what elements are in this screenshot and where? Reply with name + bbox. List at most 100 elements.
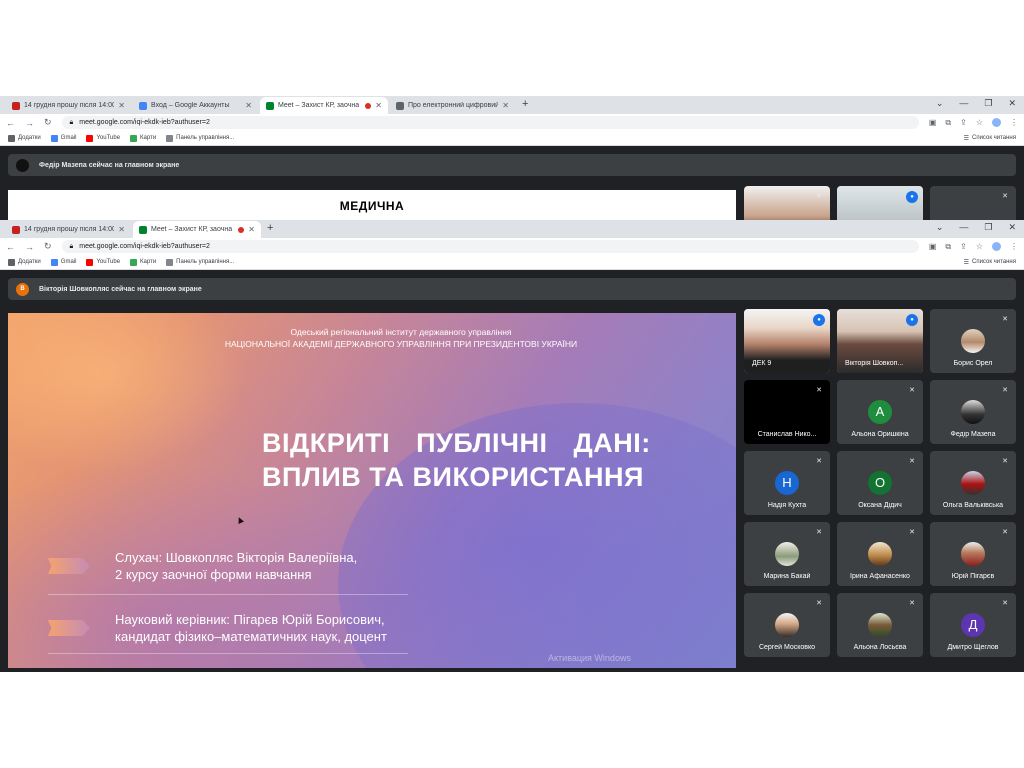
reading-list-button[interactable]: ☰ Список читання [964, 135, 1016, 142]
bookmark-gmail[interactable]: Gmail [50, 258, 76, 266]
banner-text: Федір Мазепа сейчас на главном экране [39, 161, 180, 169]
participant-tile[interactable]: ✕ Марина Бакай [744, 522, 830, 586]
lock-icon: 🔒︎ [69, 118, 74, 126]
bookmark-youtube[interactable]: YouTube [86, 258, 120, 266]
bookmark-star-icon[interactable]: ☆ [976, 118, 983, 128]
bookmark-maps[interactable]: Карти [130, 258, 156, 266]
participant-avatar [961, 400, 985, 424]
close-window-icon[interactable]: ✕ [1008, 98, 1016, 109]
reload-icon[interactable]: ↻ [44, 241, 52, 252]
participant-tile[interactable]: О ✕ Оксана Дідич [837, 451, 923, 515]
menu-icon[interactable]: ⋮ [1010, 118, 1018, 128]
camera-icon[interactable]: ▣ [929, 118, 937, 128]
restore-icon[interactable]: ❐ [984, 98, 992, 109]
participant-tile[interactable]: ✕ Альона Лосьєва [837, 593, 923, 657]
presenter-avatar: В [16, 282, 29, 296]
toolbar-actions: ▣ ⧉ ⇪ ☆ ⋮ [929, 241, 1018, 252]
tab-meet[interactable]: Meet – Захист КР, заочна ф ✕ [260, 97, 388, 114]
forward-icon[interactable]: → [25, 118, 34, 128]
participant-tile[interactable]: ● [837, 186, 923, 220]
minimize-icon[interactable]: — [959, 98, 968, 109]
participant-tile[interactable]: ● ДЕК 9 [744, 309, 830, 373]
tab-search-icon[interactable]: ⌄ [936, 98, 944, 109]
maps-icon [130, 258, 138, 266]
slide-title-line1: ВІДКРИТІ ПУБЛІЧНІ ДАНІ: [262, 428, 651, 458]
participant-tile[interactable]: ✕ Ірина Афанасенко [837, 522, 923, 586]
advisor-line2: кандидат фізико–математичних наук, доцен… [115, 629, 387, 644]
mic-muted-icon: ✕ [909, 600, 915, 607]
participant-avatar: Д [961, 613, 985, 637]
close-tab-icon[interactable]: ✕ [245, 101, 252, 110]
profile-avatar-icon[interactable] [992, 241, 1001, 251]
back-icon[interactable]: ← [6, 242, 15, 252]
academy-name: НАЦІОНАЛЬНОЇ АКАДЕМІЇ ДЕРЖАВНОГО УПРАВЛІ… [224, 339, 578, 349]
bookmark-youtube[interactable]: YouTube [86, 134, 120, 142]
shield-icon [166, 258, 174, 266]
tab-search-icon[interactable]: ⌄ [936, 222, 944, 233]
tab-email[interactable]: 14 грудня прошу після 14:00 пі ✕ [6, 221, 131, 238]
forward-icon[interactable]: → [25, 242, 34, 252]
close-tab-icon[interactable]: ✕ [502, 101, 509, 110]
bookmark-control-panel[interactable]: Панель управління... [166, 134, 234, 142]
profile-avatar-icon[interactable] [992, 117, 1001, 127]
participant-tile[interactable]: Д ✕ Дмитро Щеглов [930, 593, 1016, 657]
bookmark-star-icon[interactable]: ☆ [976, 242, 983, 252]
new-tab-icon[interactable]: + [522, 98, 528, 110]
participant-tile[interactable]: ✕ Юрій Пігарєв [930, 522, 1016, 586]
participant-tile[interactable]: ● Вікторія Шовкоп... [837, 309, 923, 373]
participant-tile[interactable]: ✕ [744, 186, 830, 220]
address-bar[interactable]: 🔒︎ meet.google.com/iqi-ekdk-ieb?authuser… [61, 240, 919, 253]
camera-icon[interactable]: ▣ [929, 242, 937, 252]
restore-icon[interactable]: ❐ [984, 222, 992, 233]
window-controls: ⌄ — ❐ ✕ [936, 98, 1016, 109]
address-bar[interactable]: 🔒︎ meet.google.com/iqi-ekdk-ieb?authuser… [61, 116, 919, 129]
translate-icon[interactable]: ⧉ [945, 242, 951, 252]
participant-tile[interactable]: ✕ [930, 186, 1016, 220]
url-text: meet.google.com/iqi-ekdk-ieb?authuser=2 [79, 119, 210, 126]
share-icon[interactable]: ⇪ [960, 118, 967, 128]
gmail-icon [50, 134, 58, 142]
advisor-line1: Науковий керівник: Пігарєв Юрій Борисови… [115, 612, 385, 627]
back-icon[interactable]: ← [6, 118, 15, 128]
participant-tile[interactable]: ✕ Сергей Московко [744, 593, 830, 657]
tab-meet[interactable]: Meet – Захист КР, заочна ф ✕ [133, 221, 261, 238]
student-info: Слухач: Шовкопляс Вікторія Валеріївна, 2… [115, 549, 357, 583]
minimize-icon[interactable]: — [959, 222, 968, 233]
translate-icon[interactable]: ⧉ [945, 118, 951, 128]
participant-tile[interactable]: А ✕ Альона Оришкіна [837, 380, 923, 444]
slide-title: ВІДКРИТІ ПУБЛІЧНІ ДАНІ: ВПЛИВ ТА ВИКОРИС… [262, 426, 651, 494]
participant-tile[interactable]: ✕ Станислав Нико... [744, 380, 830, 444]
mic-muted-icon: ✕ [816, 458, 822, 465]
tab-google-account[interactable]: Вход – Google Аккаунты ✕ [133, 97, 258, 114]
bookmark-control-panel[interactable]: Панель управління... [166, 258, 234, 266]
menu-icon[interactable]: ⋮ [1010, 242, 1018, 252]
bookmark-maps[interactable]: Карти [130, 134, 156, 142]
close-tab-icon[interactable]: ✕ [375, 101, 382, 110]
share-icon[interactable]: ⇪ [960, 242, 967, 252]
bookmark-gmail[interactable]: Gmail [50, 134, 76, 142]
close-tab-icon[interactable]: ✕ [248, 225, 255, 234]
divider [48, 594, 408, 595]
tab-e-signature[interactable]: Про електронний цифровий пі ✕ [390, 97, 515, 114]
bookmark-apps[interactable]: Додатки [8, 134, 41, 142]
bookmark-apps[interactable]: Додатки [8, 258, 41, 266]
close-window-icon[interactable]: ✕ [1008, 222, 1016, 233]
participant-avatar [775, 613, 799, 637]
close-tab-icon[interactable]: ✕ [118, 101, 125, 110]
participant-name: Борис Орел [953, 360, 993, 367]
participant-tile[interactable]: ✕ Федір Мазепа [930, 380, 1016, 444]
participant-tile[interactable]: ✕ Ольга Вальківська [930, 451, 1016, 515]
tab-strip: 14 грудня прошу після 14:00 пі ✕ Meet – … [0, 220, 1024, 238]
bookmark-label: Додатки [18, 259, 41, 265]
participant-name: Альона Оришкіна [851, 431, 909, 438]
participant-tile[interactable]: Н ✕ Надія Кухта [744, 451, 830, 515]
reading-list-button[interactable]: ☰ Список читання [964, 259, 1016, 266]
participant-avatar [961, 329, 985, 353]
participant-tile[interactable]: ✕ Борис Орел [930, 309, 1016, 373]
slide-heading: МЕДИЧНА [339, 199, 405, 213]
tab-email[interactable]: 14 грудня прошу після 14:00 пі ✕ [6, 97, 131, 114]
new-tab-icon[interactable]: + [267, 222, 273, 234]
toolbar: ← → ↻ 🔒︎ meet.google.com/iqi-ekdk-ieb?au… [0, 238, 1024, 255]
reload-icon[interactable]: ↻ [44, 117, 52, 128]
close-tab-icon[interactable]: ✕ [118, 225, 125, 234]
